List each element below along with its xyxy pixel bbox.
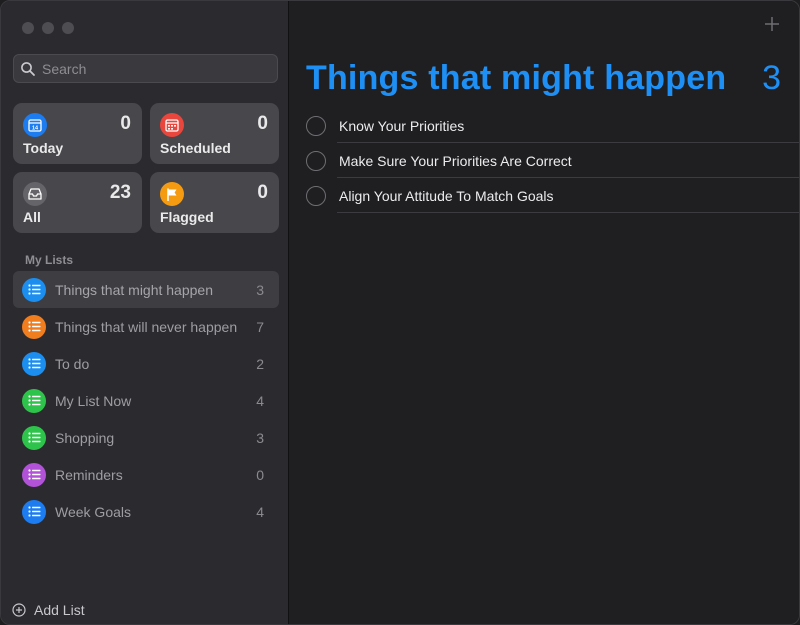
flag-icon [160,182,184,206]
list-name: Things that will never happen [55,318,238,335]
task-title[interactable]: Align Your Attitude To Match Goals [339,188,554,204]
sidebar-list-item[interactable]: Shopping 3 [13,419,279,456]
scheduled-count: 0 [257,113,268,134]
task-list: Know Your Priorities Make Sure Your Prior… [290,108,799,213]
list-item-count: 3 [256,281,264,298]
task-checkbox[interactable] [306,185,326,206]
task-checkbox[interactable] [306,115,326,136]
reminders-window: 14 0 Today 0 Scheduled [0,0,800,625]
list-bullet-icon [22,499,46,524]
sidebar-list-item[interactable]: Things that might happen 3 [13,271,279,308]
today-count: 0 [120,113,131,134]
list-item-count: 4 [256,503,264,520]
all-count: 23 [109,182,131,203]
task-row[interactable]: Know Your Priorities [290,108,799,143]
task-row[interactable]: Make Sure Your Priorities Are Correct [290,143,799,178]
list-item-count: 7 [256,318,264,335]
list-item-count: 4 [256,392,264,409]
sidebar-list-item[interactable]: Week Goals 4 [13,493,279,530]
all-label: All [23,209,41,225]
flagged-label: Flagged [160,209,214,225]
sidebar-list-item[interactable]: To do 2 [13,345,279,382]
list-bullet-icon [22,388,46,413]
minimize-button[interactable] [42,22,54,34]
sidebar: 14 0 Today 0 Scheduled [1,1,289,624]
plus-circle-icon [12,603,26,617]
svg-text:14: 14 [32,126,39,132]
smart-list-today[interactable]: 14 0 Today [13,103,142,164]
add-list-button[interactable]: Add List [12,602,85,618]
list-name: Shopping [55,429,115,446]
add-list-label: Add List [34,602,85,618]
today-label: Today [23,140,64,156]
my-lists: Things that might happen 3 Things that wil… [13,271,279,530]
my-lists-heading: My Lists [25,253,74,267]
list-bullet-icon [22,425,46,450]
list-name: Things that might happen [55,281,213,298]
list-bullet-icon [22,351,46,376]
calendar-scheduled-icon [160,113,184,137]
window-controls [22,22,74,34]
smart-list-scheduled[interactable]: 0 Scheduled [150,103,279,164]
list-item-count: 0 [256,466,264,483]
smart-list-flagged[interactable]: 0 Flagged [150,172,279,233]
list-item-count: 2 [256,355,264,372]
task-divider [337,212,799,213]
list-name: Reminders [55,466,123,483]
close-button[interactable] [22,22,34,34]
scheduled-label: Scheduled [160,140,231,156]
list-bullet-icon [22,462,46,487]
search-field[interactable] [13,54,278,83]
task-row[interactable]: Align Your Attitude To Match Goals [290,178,799,213]
smart-list-all[interactable]: 23 All [13,172,142,233]
list-bullet-icon [22,314,46,339]
list-bullet-icon [22,277,46,302]
tray-icon [23,182,47,206]
list-name: My List Now [55,392,132,409]
list-item-count: 3 [256,429,264,446]
list-count: 3 [762,59,781,97]
task-title[interactable]: Make Sure Your Priorities Are Correct [339,153,572,169]
sidebar-list-item[interactable]: Reminders 0 [13,456,279,493]
sidebar-list-item[interactable]: Things that will never happen 7 [13,308,279,345]
list-title[interactable]: Things that might happen [306,59,726,98]
search-input[interactable] [42,60,262,77]
calendar-today-icon: 14 [23,113,47,137]
zoom-button[interactable] [62,22,74,34]
list-name: To do [55,355,90,372]
sidebar-list-item[interactable]: My List Now 4 [13,382,279,419]
search-icon [21,61,35,76]
task-checkbox[interactable] [306,150,326,171]
list-name: Week Goals [55,503,131,520]
main-panel: Things that might happen 3 Know Your Pri… [290,1,799,624]
flagged-count: 0 [257,182,268,203]
new-reminder-icon[interactable] [763,15,781,33]
task-title[interactable]: Know Your Priorities [339,118,464,134]
